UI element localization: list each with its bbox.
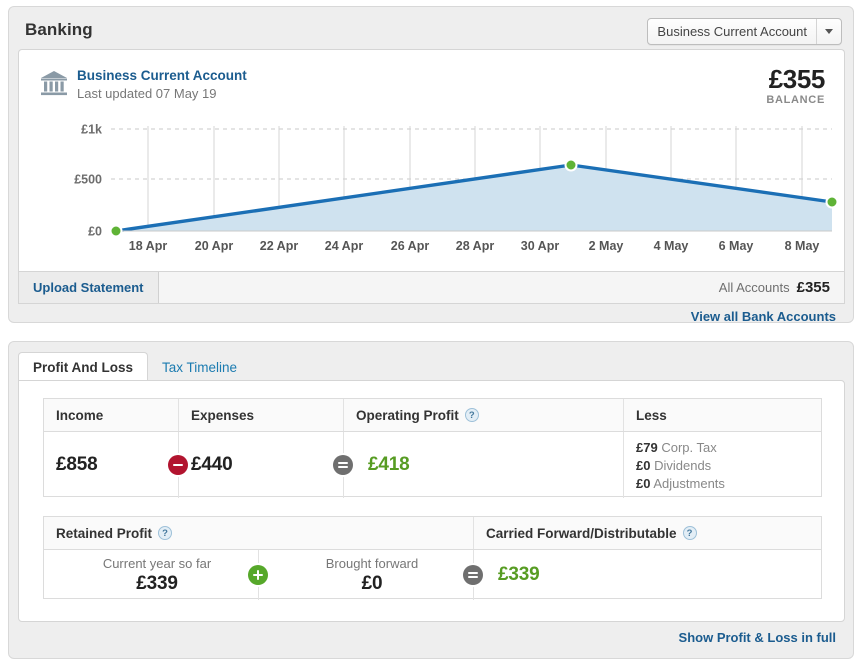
operating-profit-amount: £418 (368, 454, 410, 475)
column-header-retained-profit-label: Retained Profit (56, 525, 153, 541)
svg-text:4 May: 4 May (654, 239, 689, 253)
banking-panel: Banking Business Current Account Busines… (8, 6, 854, 324)
svg-text:18 Apr: 18 Apr (129, 239, 168, 253)
table-header-row: Income Expenses Operating Profit ? Less (44, 399, 821, 432)
all-accounts-label: All Accounts (718, 280, 790, 295)
svg-text:£500: £500 (74, 173, 102, 187)
svg-text:2 May: 2 May (589, 239, 624, 253)
pnl-summary-table: Income Expenses Operating Profit ? Less … (43, 398, 822, 498)
equals-icon (333, 455, 353, 475)
cell-operating-profit: £418 (344, 432, 624, 498)
tab-profit-and-loss[interactable]: Profit And Loss (18, 352, 148, 382)
balance-label: BALANCE (766, 94, 825, 106)
show-profit-loss-in-full-link[interactable]: Show Profit & Loss in full (679, 630, 836, 645)
table-row: Current year so far £339 Brought forward… (44, 550, 821, 600)
account-selector-value: Business Current Account (657, 24, 807, 39)
tab-tax-timeline[interactable]: Tax Timeline (148, 353, 251, 381)
cell-less: £79 Corp. Tax £0 Dividends £0 Adjustment… (624, 432, 821, 498)
list-item: £0 Dividends (636, 458, 725, 473)
list-item: £0 Adjustments (636, 476, 725, 491)
retained-profit-table: Retained Profit ? Carried Forward/Distri… (43, 516, 822, 600)
column-header-less: Less (636, 407, 667, 423)
banking-dashboard-page: Banking Business Current Account Busines… (0, 0, 859, 668)
help-icon-retained-profit[interactable]: ? (158, 526, 173, 540)
cell-carried-forward: £339 (474, 550, 821, 600)
account-summary-card: Business Current Account Last updated 07… (18, 49, 845, 271)
cell-expenses: £440 (179, 432, 353, 498)
brought-forward-label: Brought forward (325, 555, 419, 571)
pnl-tabs: Profit And Loss Tax Timeline (18, 351, 251, 382)
column-header-expenses: Expenses (179, 399, 344, 431)
carried-forward-amount: £339 (498, 564, 540, 585)
account-selector-dropdown[interactable]: Business Current Account (647, 18, 842, 45)
column-header-carried-forward-label: Carried Forward/Distributable (486, 525, 677, 541)
view-all-bank-accounts-link[interactable]: View all Bank Accounts (691, 309, 836, 324)
current-year-label: Current year so far (102, 555, 212, 571)
current-year-amount: £339 (136, 572, 178, 594)
all-accounts-amount: £355 (796, 279, 830, 296)
plus-icon (248, 565, 268, 585)
less-label-corp-tax: Corp. Tax (661, 439, 717, 455)
less-items-list: £79 Corp. Tax £0 Dividends £0 Adjustment… (636, 440, 725, 491)
svg-text:22 Apr: 22 Apr (260, 239, 299, 253)
less-label-adjustments: Adjustments (653, 475, 725, 491)
svg-text:£0: £0 (88, 225, 102, 239)
cell-current-year: Current year so far £339 (44, 550, 268, 600)
table-header-row: Retained Profit ? Carried Forward/Distri… (44, 517, 821, 550)
profit-and-loss-panel: Profit And Loss Tax Timeline Income Expe… (8, 341, 854, 659)
less-amount-dividends: £0 (636, 457, 651, 473)
help-icon-carried-forward[interactable]: ? (682, 526, 697, 540)
pnl-card: Income Expenses Operating Profit ? Less … (18, 380, 845, 622)
account-last-updated: Last updated 07 May 19 (77, 86, 217, 101)
column-header-income: Income (44, 399, 179, 431)
list-item: £79 Corp. Tax (636, 440, 725, 455)
expenses-amount: £440 (191, 454, 233, 475)
svg-text:30 Apr: 30 Apr (521, 239, 560, 253)
income-amount: £858 (56, 454, 98, 475)
cell-brought-forward: Brought forward £0 (259, 550, 483, 600)
svg-text:6 May: 6 May (719, 239, 754, 253)
table-row: £858 £440 £418 £79 Corp. Tax £0 Dividend… (44, 432, 821, 498)
brought-forward-amount: £0 (361, 572, 383, 594)
bank-icon (39, 68, 69, 98)
column-header-retained-profit: Retained Profit ? (44, 517, 474, 549)
column-header-operating-profit-label: Operating Profit (356, 407, 459, 423)
upload-statement-button[interactable]: Upload Statement (19, 272, 159, 303)
upload-statement-bar: Upload Statement All Accounts £355 (18, 271, 845, 304)
chevron-down-icon[interactable] (817, 29, 841, 34)
svg-text:8 May: 8 May (785, 239, 820, 253)
help-icon-operating-profit[interactable]: ? (464, 408, 479, 422)
less-label-dividends: Dividends (654, 457, 712, 473)
column-header-operating-profit: Operating Profit ? (344, 399, 624, 431)
svg-text:24 Apr: 24 Apr (325, 239, 364, 253)
svg-text:28 Apr: 28 Apr (456, 239, 495, 253)
equals-icon (463, 565, 483, 585)
svg-text:20 Apr: 20 Apr (195, 239, 234, 253)
svg-text:£1k: £1k (81, 123, 102, 137)
account-name-link[interactable]: Business Current Account (77, 68, 247, 83)
balance-history-chart: £1k £500 £0 18 Apr 20 Apr 22 Apr 24 Apr … (19, 118, 846, 270)
cell-income: £858 (44, 432, 188, 498)
less-amount-adjustments: £0 (636, 475, 651, 491)
minus-icon (168, 455, 188, 475)
page-title: Banking (25, 20, 93, 39)
balance-amount: £355 (768, 64, 826, 94)
less-amount-corp-tax: £79 (636, 439, 658, 455)
column-header-carried-forward: Carried Forward/Distributable ? (474, 517, 821, 549)
all-accounts-summary: All Accounts £355 (159, 272, 844, 303)
svg-text:26 Apr: 26 Apr (391, 239, 430, 253)
